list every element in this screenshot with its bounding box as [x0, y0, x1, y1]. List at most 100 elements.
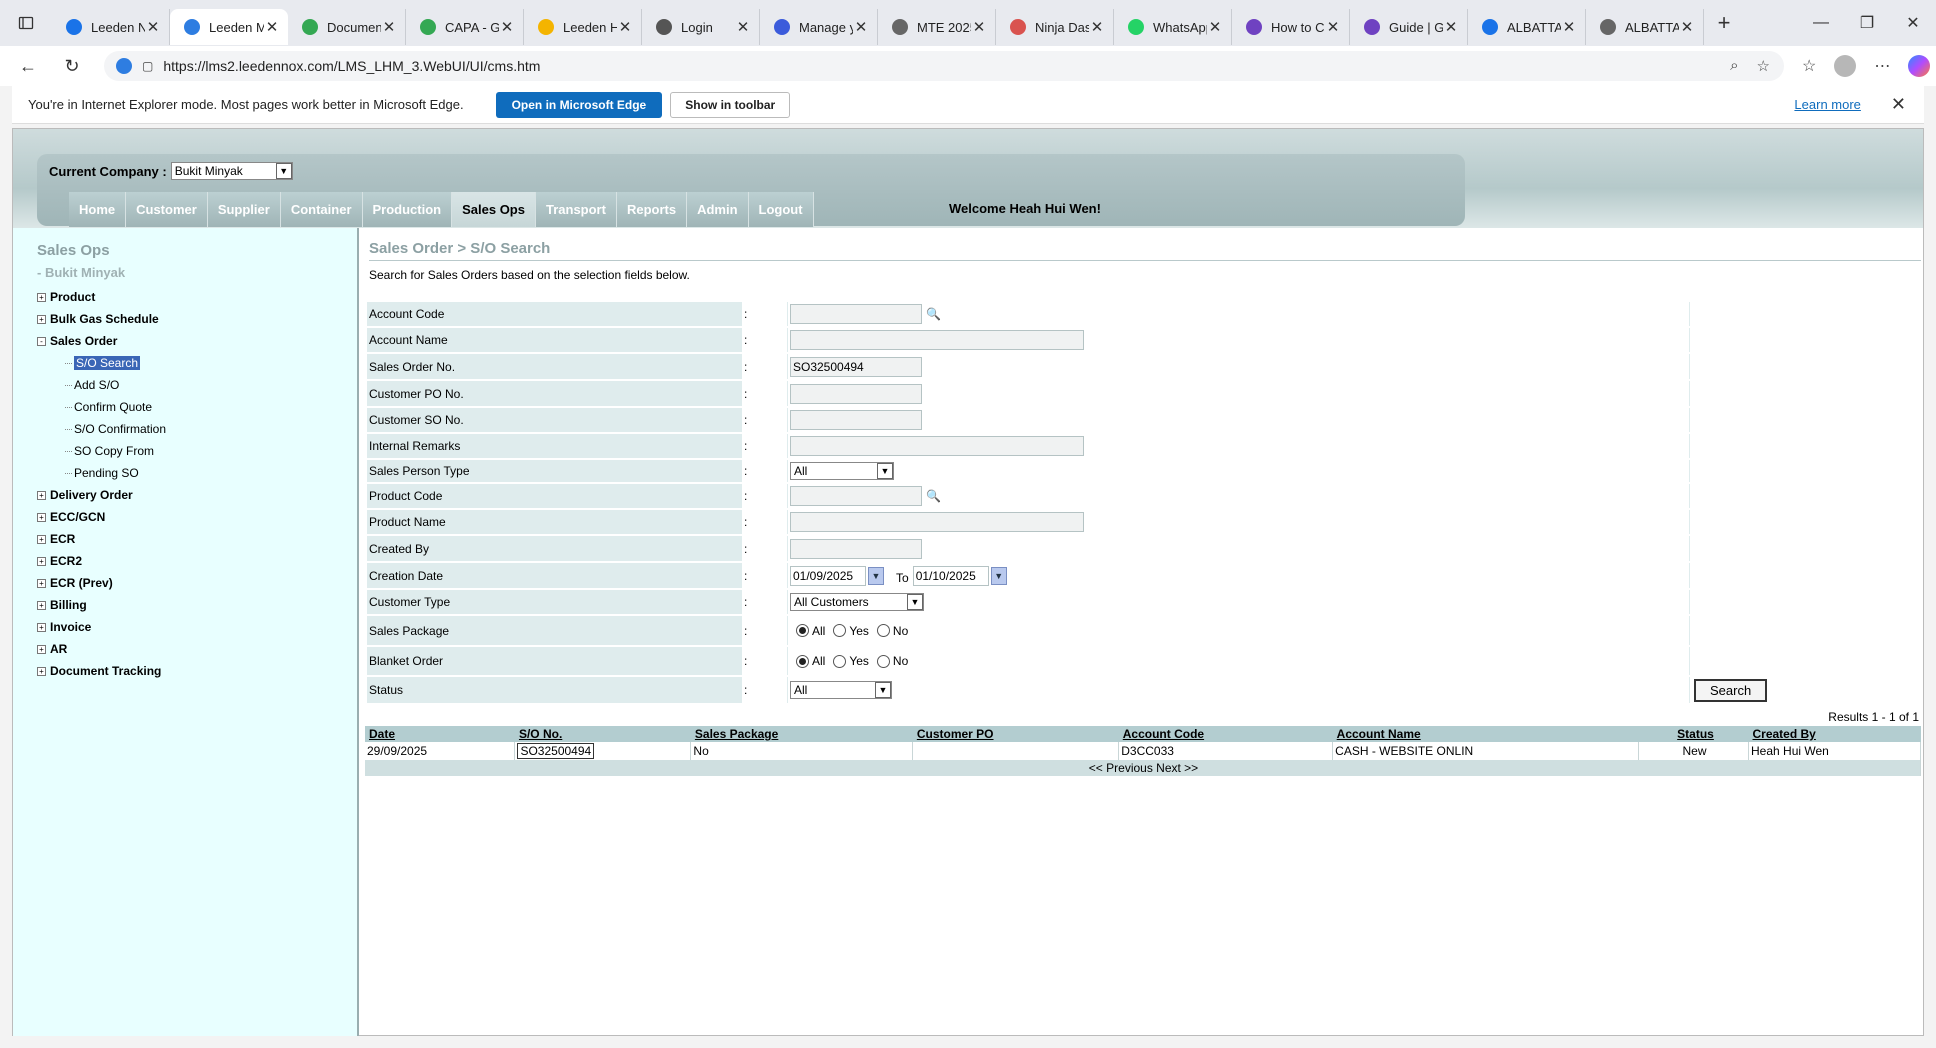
tree-leaf[interactable]: Add S/O	[37, 374, 166, 396]
tree-leaf-label[interactable]: Add S/O	[74, 378, 119, 392]
copilot-icon[interactable]	[1908, 55, 1931, 77]
browser-tab[interactable]: ALBATTAR✕	[1468, 9, 1586, 45]
expand-toggle-icon[interactable]: +	[37, 644, 46, 654]
calendar-dropdown-icon[interactable]: ▼	[990, 566, 1007, 585]
tree-leaf-label[interactable]: SO Copy From	[74, 444, 154, 458]
cell-so-no[interactable]: SO32500494	[517, 743, 595, 759]
expand-toggle-icon[interactable]: +	[37, 314, 46, 324]
tab-close-icon[interactable]: ✕	[1443, 18, 1459, 36]
expand-toggle-icon[interactable]: +	[37, 578, 46, 588]
browser-tab[interactable]: Leeden He✕	[524, 9, 642, 45]
profile-avatar[interactable]	[1834, 55, 1857, 77]
tree-leaf-label[interactable]: Pending SO	[74, 466, 139, 480]
calendar-dropdown-icon[interactable]: ▼	[868, 566, 884, 585]
tree-node[interactable]: + Product	[37, 286, 166, 308]
tree-node-label[interactable]: Bulk Gas Schedule	[50, 312, 159, 326]
browser-tab[interactable]: Login ✕	[642, 9, 760, 45]
radio-button[interactable]	[876, 654, 890, 668]
url-field[interactable]: ▢ https://lms2.leedennox.com/LMS_LHM_3.W…	[104, 51, 1784, 81]
tree-leaf[interactable]: Confirm Quote	[37, 396, 166, 418]
product-name-input[interactable]	[790, 512, 1084, 532]
expand-toggle-icon[interactable]: +	[37, 512, 46, 522]
tab-close-icon[interactable]: ✕	[1325, 18, 1341, 36]
blanket-order-radio-yes[interactable]: Yes	[833, 654, 869, 668]
browser-tab[interactable]: Ninja Dash✕	[996, 9, 1114, 45]
table-row[interactable]: 29/09/2025 SO32500494 No D3CC033 CASH - WEBS…	[365, 742, 1921, 760]
show-in-toolbar-button[interactable]: Show in toolbar	[670, 91, 791, 118]
column-header[interactable]: Status	[1638, 726, 1749, 742]
tab-close-icon[interactable]: ✕	[264, 18, 280, 36]
expand-toggle-icon[interactable]: +	[37, 600, 46, 610]
tree-node[interactable]: + ECR2	[37, 550, 166, 572]
refresh-icon[interactable]: ↻	[56, 50, 88, 82]
restore-icon[interactable]: ❐	[1844, 0, 1890, 46]
browser-tab[interactable]: ALBATTAR✕	[1586, 9, 1704, 45]
sales-package-radio-all[interactable]: All	[796, 624, 825, 638]
tree-node-label[interactable]: Delivery Order	[50, 488, 133, 502]
tree-node-label[interactable]: ECR	[50, 532, 75, 546]
tree-leaf-label[interactable]: Confirm Quote	[74, 400, 152, 414]
browser-tab[interactable]: Document ✕	[288, 9, 406, 45]
tree-node-label[interactable]: Billing	[50, 598, 87, 612]
chevron-down-icon[interactable]: ▼	[907, 594, 923, 610]
menu-item[interactable]: Supplier	[207, 192, 281, 227]
tree-leaf[interactable]: Pending SO	[37, 462, 166, 484]
tree-node[interactable]: + ECR (Prev)	[37, 572, 166, 594]
tab-close-icon[interactable]: ✕	[735, 18, 751, 36]
created-by-input[interactable]	[790, 538, 922, 559]
window-close-icon[interactable]: ✕	[1890, 0, 1936, 46]
customer-po-no-input[interactable]	[790, 383, 922, 404]
more-options-icon[interactable]: ⋯	[1874, 56, 1890, 76]
learn-more-link[interactable]: Learn more	[1794, 97, 1860, 112]
internal-remarks-input[interactable]	[790, 436, 1084, 456]
tree-node[interactable]: + Delivery Order	[37, 484, 166, 506]
zoom-icon[interactable]: ⌕	[1730, 57, 1738, 75]
page-info-icon[interactable]: ▢	[142, 59, 153, 73]
tree-node-label[interactable]: Product	[50, 290, 95, 304]
account-name-input[interactable]	[790, 330, 1084, 350]
chevron-down-icon[interactable]: ▼	[877, 463, 893, 479]
browser-tab[interactable]: Leeden NC✕	[52, 9, 170, 45]
browser-tab[interactable]: Leeden Ma✕	[170, 9, 288, 45]
browser-tab[interactable]: MTE 2025 ✕	[878, 9, 996, 45]
menu-item[interactable]: Home	[69, 192, 127, 227]
pager[interactable]: << Previous Next >>	[365, 760, 1921, 776]
menu-item[interactable]: Production	[362, 192, 453, 227]
column-header[interactable]: S/O No.	[514, 726, 691, 742]
favorites-icon[interactable]: ☆	[1802, 56, 1816, 76]
tree-node[interactable]: + Invoice	[37, 616, 166, 638]
sales-order-no-input[interactable]: SO32500494	[790, 356, 922, 377]
column-header[interactable]: Sales Package	[690, 726, 913, 742]
creation-date-to-input[interactable]: 01/10/2025	[912, 565, 989, 586]
tree-node-label[interactable]: ECC/GCN	[50, 510, 105, 524]
blanket-order-radio-all[interactable]: All	[796, 654, 825, 668]
tab-close-icon[interactable]: ✕	[1561, 18, 1577, 36]
product-code-input[interactable]	[790, 486, 922, 506]
blanket-order-radio-no[interactable]: No	[876, 654, 908, 668]
tab-close-icon[interactable]: ✕	[1679, 18, 1695, 36]
company-select[interactable]: Bukit Minyak ▼	[170, 162, 293, 180]
column-header[interactable]: Account Code	[1118, 726, 1333, 742]
tree-node-label[interactable]: Sales Order	[50, 334, 117, 348]
customer-so-no-input[interactable]	[790, 410, 922, 430]
browser-tab[interactable]: WhatsApp ✕	[1114, 9, 1232, 45]
menu-item[interactable]: Container	[280, 192, 363, 227]
tree-node-label[interactable]: ECR2	[50, 554, 82, 568]
tab-close-icon[interactable]: ✕	[971, 18, 987, 36]
sales-person-type-select[interactable]: All ▼	[790, 462, 894, 480]
back-icon[interactable]: ←	[12, 50, 44, 82]
chevron-down-icon[interactable]: ▼	[875, 682, 891, 698]
tab-close-icon[interactable]: ✕	[853, 18, 869, 36]
browser-tab[interactable]: CAPA - Go✕	[406, 9, 524, 45]
menu-item[interactable]: Sales Ops	[452, 192, 536, 227]
expand-toggle-icon[interactable]: -	[37, 336, 46, 346]
radio-button[interactable]	[796, 654, 809, 668]
ie-mode-icon[interactable]	[116, 58, 132, 74]
radio-button[interactable]	[796, 624, 809, 637]
tab-close-icon[interactable]: ✕	[499, 18, 515, 36]
menu-item[interactable]: Logout	[748, 192, 814, 227]
tree-node[interactable]: - Sales Order	[37, 330, 166, 352]
customer-type-select[interactable]: All Customers ▼	[790, 593, 924, 611]
status-select[interactable]: All ▼	[790, 681, 892, 699]
creation-date-from-input[interactable]: 01/09/2025	[790, 565, 866, 586]
